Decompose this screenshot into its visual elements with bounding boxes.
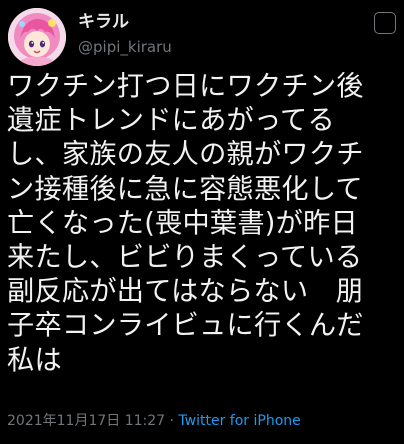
tweet-timestamp[interactable]: 2021年11月17日 11:27 bbox=[7, 413, 165, 429]
tweet-text-line: 亡くなった(喪中葉書)が昨日 bbox=[7, 207, 358, 239]
tweet-text-line: 遺症トレンドにあがってる bbox=[7, 105, 335, 137]
tweet-text-line: 子卒コンライビュに行くんだ bbox=[7, 310, 364, 342]
tweet-text-line: ワクチン打つ日にワクチン後 bbox=[7, 71, 364, 102]
avatar[interactable] bbox=[8, 8, 66, 66]
more-options-icon[interactable] bbox=[374, 12, 396, 34]
tweet-text-line: 来たし、ビビりまくっている bbox=[7, 241, 363, 273]
tweet-text-line: ン接種後に急に容態悪化して bbox=[7, 173, 363, 205]
tweet-text-line: 副反応が出てはならない 朋 bbox=[7, 276, 364, 308]
user-handle[interactable]: @pipi_kiraru bbox=[78, 37, 378, 57]
tweet-text-line: し、家族の友人の親がワクチ bbox=[7, 139, 364, 171]
tweet: キラル @pipi_kiraru ワクチン打つ日にワクチン後 遺症トレンドにあが… bbox=[0, 0, 404, 444]
tweet-text-line: 私は bbox=[7, 344, 62, 376]
tweet-meta: 2021年11月17日 11:27 · Twitter for iPhone bbox=[7, 411, 301, 431]
tweet-text: ワクチン打つ日にワクチン後 遺症トレンドにあがってる し、家族の友人の親がワクチ… bbox=[7, 70, 399, 378]
display-name[interactable]: キラル bbox=[78, 11, 378, 33]
meta-separator: · bbox=[169, 413, 174, 429]
tweet-source-link[interactable]: Twitter for iPhone bbox=[178, 413, 300, 429]
user-header: キラル @pipi_kiraru bbox=[78, 11, 378, 57]
